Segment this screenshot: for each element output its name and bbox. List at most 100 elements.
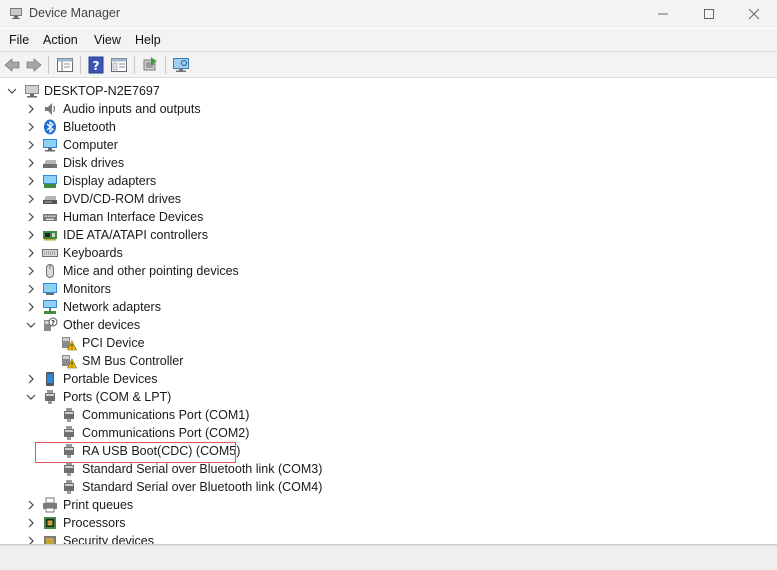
tree-category-other-devices[interactable]: ? Other devices: [0, 316, 760, 334]
chevron-right-icon[interactable]: [25, 157, 37, 169]
portable-device-icon: [46, 372, 54, 386]
chevron-down-icon[interactable]: [6, 85, 18, 97]
chevron-right-icon[interactable]: [25, 229, 37, 241]
properties-pane-icon[interactable]: [56, 56, 74, 74]
tree-category-mice[interactable]: Mice and other pointing devices: [0, 262, 760, 280]
help-icon[interactable]: ?: [87, 56, 105, 74]
menu-action[interactable]: Action: [43, 33, 78, 47]
details-icon[interactable]: [110, 56, 128, 74]
speaker-icon: [45, 103, 56, 115]
toolbar-separator: [134, 56, 135, 74]
tree-category-label: Display adapters: [63, 174, 157, 188]
menu-view[interactable]: View: [94, 33, 121, 47]
close-icon: [748, 8, 760, 20]
tree-category-ide-controllers[interactable]: IDE ATA/ATAPI controllers: [0, 226, 760, 244]
tree-category-hid[interactable]: Human Interface Devices: [0, 208, 760, 226]
tree-category-dvd-drives[interactable]: DVD/CD-ROM drives: [0, 190, 760, 208]
printer-icon: [43, 497, 57, 513]
tree-device-label: Standard Serial over Bluetooth link (COM…: [82, 480, 323, 494]
chevron-right-icon[interactable]: [25, 103, 37, 115]
tree-category-bluetooth[interactable]: Bluetooth: [0, 118, 760, 136]
tree-category-display-adapters[interactable]: Display adapters: [0, 172, 760, 190]
tree-category-label: Keyboards: [63, 246, 123, 260]
chevron-right-icon[interactable]: [25, 373, 37, 385]
tree-category-label: Human Interface Devices: [63, 210, 204, 224]
chevron-right-icon[interactable]: [25, 139, 37, 151]
tree-category-label: Computer: [63, 138, 118, 152]
tree-device-pci-device[interactable]: PCI Device: [0, 334, 760, 352]
chevron-right-icon[interactable]: [25, 301, 37, 313]
hid-icon: [43, 214, 57, 221]
tree-category-label: Print queues: [63, 498, 134, 512]
scan-hardware-icon[interactable]: [172, 56, 190, 74]
tree-category-network-adapters[interactable]: Network adapters: [0, 298, 760, 316]
title-bar: Device Manager: [0, 0, 777, 28]
chevron-down-icon[interactable]: [25, 319, 37, 331]
tree-category-print-queues[interactable]: Print queues: [0, 496, 760, 514]
minimize-button[interactable]: [640, 0, 686, 28]
maximize-button[interactable]: [686, 0, 732, 28]
computer-icon: [25, 85, 39, 98]
tree-device-com2[interactable]: Communications Port (COM2): [0, 424, 760, 442]
menu-file[interactable]: File: [9, 33, 29, 47]
bluetooth-icon: [44, 119, 56, 135]
port-icon: [45, 390, 55, 404]
highlight-annotation: [35, 442, 236, 463]
tree-device-label: SM Bus Controller: [82, 354, 184, 368]
tree-device-sm-bus-controller[interactable]: SM Bus Controller: [0, 352, 760, 370]
tree-category-label: Bluetooth: [63, 120, 116, 134]
tree-root[interactable]: DESKTOP-N2E7697: [0, 82, 760, 100]
warning-device-icon: [62, 355, 77, 369]
tree-category-label: Disk drives: [63, 156, 125, 170]
port-icon: [64, 480, 74, 494]
tree-category-ports[interactable]: Ports (COM & LPT): [0, 388, 760, 406]
tree-category-processors[interactable]: Processors: [0, 514, 760, 532]
maximize-icon: [704, 9, 714, 19]
tree-category-computer[interactable]: Computer: [0, 136, 760, 154]
ide-controller-icon: [43, 231, 57, 241]
minimize-icon: [658, 13, 668, 15]
chevron-right-icon[interactable]: [25, 283, 37, 295]
port-icon: [64, 462, 74, 476]
tree-category-label: Monitors: [63, 282, 111, 296]
window-title: Device Manager: [29, 6, 121, 20]
close-button[interactable]: [731, 0, 777, 28]
forward-icon[interactable]: [25, 56, 43, 74]
monitor-icon: [43, 283, 57, 295]
back-icon[interactable]: [3, 56, 21, 74]
tree-category-label: Portable Devices: [63, 372, 158, 386]
tree-category-portable-devices[interactable]: Portable Devices: [0, 370, 760, 388]
display-adapter-icon: [43, 175, 57, 188]
tree-device-label: PCI Device: [82, 336, 145, 350]
chevron-right-icon[interactable]: [25, 247, 37, 259]
mouse-icon: [46, 264, 54, 278]
network-adapter-icon: [43, 300, 57, 314]
warning-device-icon: [62, 337, 77, 351]
chevron-right-icon[interactable]: [25, 193, 37, 205]
chevron-right-icon[interactable]: [25, 265, 37, 277]
tree-category-audio[interactable]: Audio inputs and outputs: [0, 100, 760, 118]
tree-device-label: Standard Serial over Bluetooth link (COM…: [82, 462, 323, 476]
chevron-right-icon[interactable]: [25, 517, 37, 529]
update-driver-icon[interactable]: [141, 56, 159, 74]
tree-device-label: Communications Port (COM2): [82, 426, 250, 440]
menu-help[interactable]: Help: [135, 33, 161, 47]
tree-device-com1[interactable]: Communications Port (COM1): [0, 406, 760, 424]
tree-device-com4[interactable]: Standard Serial over Bluetooth link (COM…: [0, 478, 760, 496]
chevron-right-icon[interactable]: [25, 175, 37, 187]
chevron-right-icon[interactable]: [25, 121, 37, 133]
svg-text:?: ?: [51, 319, 55, 327]
device-manager-app-icon: [10, 8, 22, 19]
tree-category-monitors[interactable]: Monitors: [0, 280, 760, 298]
tree-category-label: Audio inputs and outputs: [63, 102, 201, 116]
disk-drive-icon: [43, 160, 57, 168]
status-bar: [0, 545, 777, 570]
chevron-down-icon[interactable]: [25, 391, 37, 403]
chevron-right-icon[interactable]: [25, 211, 37, 223]
toolbar-separator: [80, 56, 81, 74]
tree-category-disk-drives[interactable]: Disk drives: [0, 154, 760, 172]
chevron-right-icon[interactable]: [25, 499, 37, 511]
svg-text:?: ?: [93, 59, 100, 73]
tree-category-label: Network adapters: [63, 300, 161, 314]
tree-category-keyboards[interactable]: Keyboards: [0, 244, 760, 262]
